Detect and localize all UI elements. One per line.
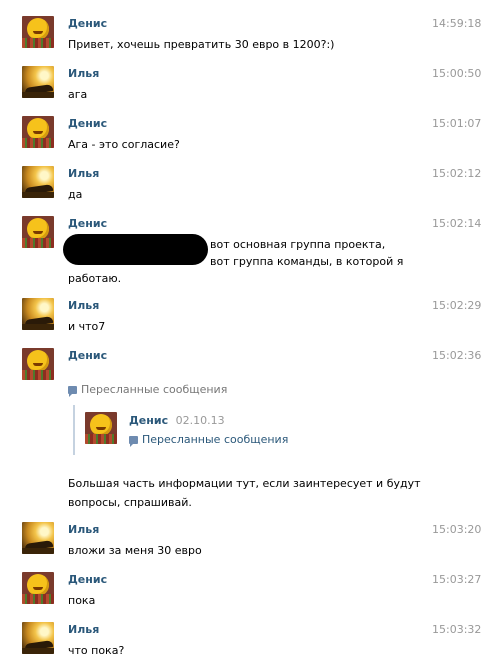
message-time[interactable]: 15:00:50 [432, 67, 481, 80]
forwarded-header[interactable]: Пересланные сообщения [68, 383, 228, 397]
message-time[interactable]: 15:02:12 [432, 167, 481, 180]
avatar-denis[interactable] [22, 16, 54, 48]
avatar-denis[interactable] [22, 572, 54, 604]
message-text: что пока? [68, 644, 125, 657]
author-name[interactable]: Денис [68, 573, 107, 586]
message-time[interactable]: 15:01:07 [432, 117, 481, 130]
message-text: Привет, хочешь превратить 30 евро в 1200… [68, 38, 335, 51]
message-text: Ага - это согласие? [68, 138, 180, 151]
message-time[interactable]: 15:03:20 [432, 523, 481, 536]
message-text-line: работаю. [68, 272, 122, 285]
author-name[interactable]: Илья [68, 523, 99, 536]
author-name[interactable]: Денис [68, 117, 107, 130]
forwarded-messages-icon [68, 386, 77, 397]
message-time[interactable]: 14:59:18 [432, 17, 481, 30]
message-time[interactable]: 15:02:36 [432, 349, 481, 362]
forwarded-label: Пересланные сообщения [81, 383, 228, 396]
message-time[interactable]: 15:02:14 [432, 217, 481, 230]
forwarded-link-label[interactable]: Пересланные сообщения [142, 433, 288, 446]
forwarded-message: Денис 02.10.13 Пересланные сообщения [73, 405, 475, 455]
message-text: ага [68, 88, 88, 101]
message-text: и что7 [68, 320, 106, 333]
message-text: да [68, 188, 83, 201]
message-text-line: Большая часть информации тут, если заинт… [68, 477, 421, 490]
forwarded-author[interactable]: Денис [129, 414, 168, 427]
author-name[interactable]: Денис [68, 217, 107, 230]
message-time[interactable]: 15:02:29 [432, 299, 481, 312]
message-text: вложи за меня 30 евро [68, 544, 202, 557]
redaction-block [63, 234, 208, 265]
message-text: пока [68, 594, 96, 607]
author-name[interactable]: Илья [68, 167, 99, 180]
author-name[interactable]: Илья [68, 623, 99, 636]
avatar-denis[interactable] [85, 412, 117, 444]
author-name[interactable]: Илья [68, 299, 99, 312]
author-name[interactable]: Илья [68, 67, 99, 80]
message-text-line: вот группа команды, в которой я [210, 255, 404, 268]
message-time[interactable]: 15:03:32 [432, 623, 481, 636]
avatar-ilya[interactable] [22, 622, 54, 654]
avatar-ilya[interactable] [22, 66, 54, 98]
author-name[interactable]: Денис [68, 17, 107, 30]
avatar-ilya[interactable] [22, 298, 54, 330]
message-text-line: вопросы, спрашивай. [68, 496, 192, 509]
avatar-ilya[interactable] [22, 522, 54, 554]
avatar-denis[interactable] [22, 216, 54, 248]
avatar-denis[interactable] [22, 348, 54, 380]
nested-forwarded-link[interactable]: Пересланные сообщения [129, 433, 288, 447]
forwarded-date: 02.10.13 [175, 414, 225, 427]
message-time[interactable]: 15:03:27 [432, 573, 481, 586]
avatar-ilya[interactable] [22, 166, 54, 198]
forwarded-messages-icon [129, 436, 138, 447]
forwarded-author-line: Денис 02.10.13 [129, 414, 225, 427]
avatar-denis[interactable] [22, 116, 54, 148]
author-name[interactable]: Денис [68, 349, 107, 362]
message-text-line: вот основная группа проекта, [210, 238, 386, 251]
